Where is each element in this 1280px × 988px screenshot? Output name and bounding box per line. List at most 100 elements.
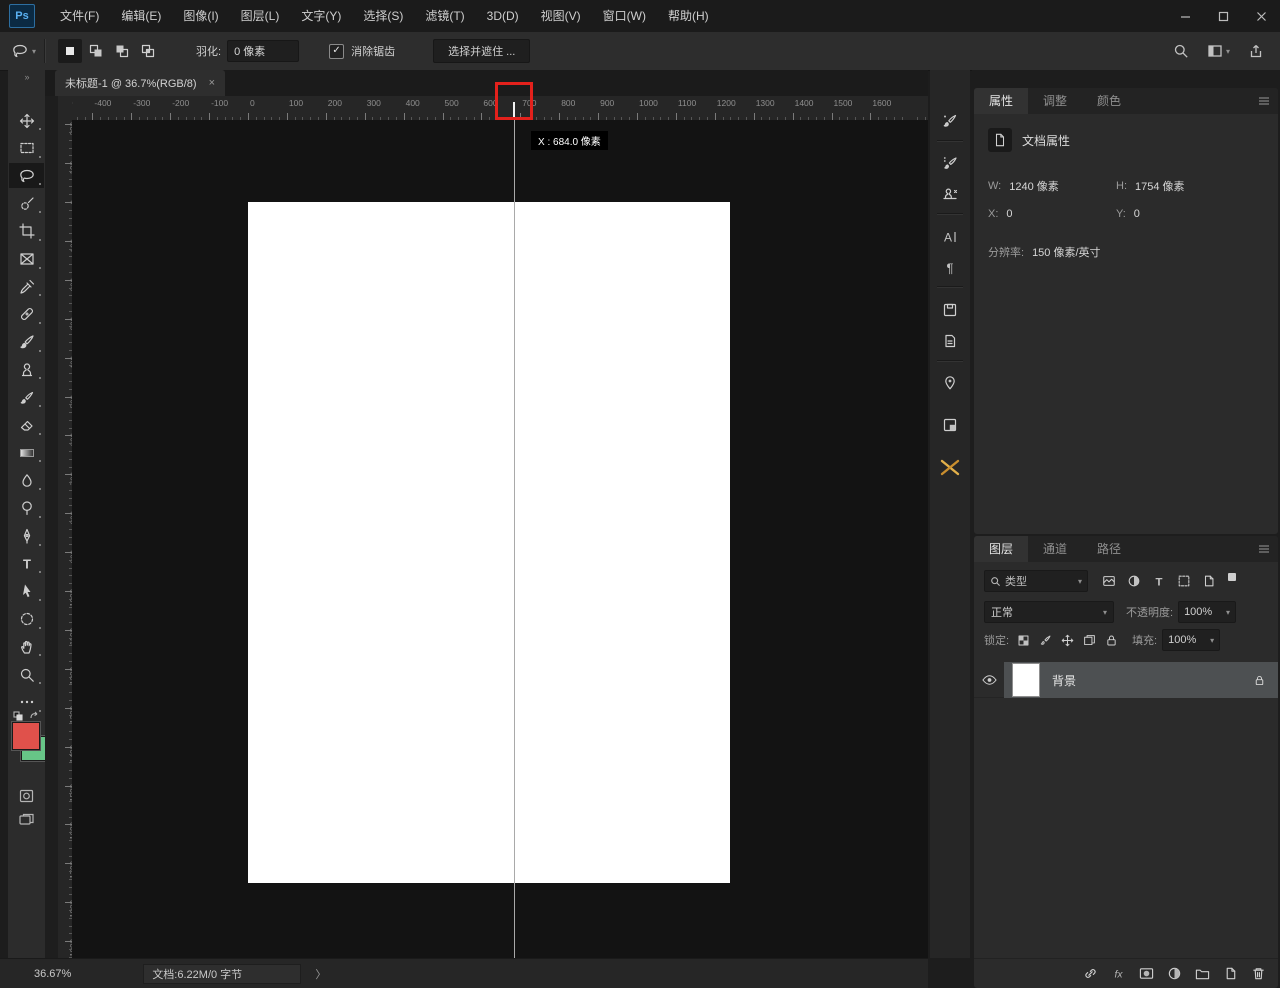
select-and-mask-button[interactable]: 选择并遮住 ... xyxy=(433,39,531,63)
shape-tool[interactable] xyxy=(9,607,44,632)
feather-input[interactable]: 0 像素 xyxy=(227,40,300,62)
lasso-tool[interactable] xyxy=(9,163,44,189)
tool-preset-picker[interactable]: ▾ xyxy=(12,43,36,59)
close-tab-icon[interactable]: × xyxy=(209,77,215,89)
history-brush-tool[interactable] xyxy=(9,385,44,410)
new-layer-icon[interactable] xyxy=(1223,966,1238,981)
panel-menu-icon[interactable] xyxy=(1258,96,1270,106)
frame-tool[interactable] xyxy=(9,247,44,272)
photoshop-logo-icon[interactable]: Ps xyxy=(9,4,35,28)
quick-mask-button[interactable] xyxy=(8,788,45,804)
lock-transparent-icon[interactable] xyxy=(1017,634,1030,647)
fill-input[interactable]: 100% ▾ xyxy=(1162,629,1221,651)
collapse-toolbar-icon[interactable]: » xyxy=(8,72,45,82)
x-mark-icon[interactable] xyxy=(930,454,970,480)
lock-all-icon[interactable] xyxy=(1105,634,1118,647)
subtract-from-selection-button[interactable] xyxy=(110,39,134,63)
move-tool[interactable] xyxy=(9,108,44,133)
filter-toggle-icon[interactable] xyxy=(1228,573,1236,581)
intersect-selection-button[interactable] xyxy=(136,39,160,63)
menu-item-3d[interactable]: 3D(D) xyxy=(476,0,530,32)
tab-color[interactable]: 颜色 xyxy=(1082,88,1136,114)
filter-type-layers-icon[interactable]: T xyxy=(1152,574,1166,588)
layer-filter-type-select[interactable]: 类型 ▾ xyxy=(984,570,1088,592)
menu-item-image[interactable]: 图像(I) xyxy=(172,0,229,32)
minimize-icon[interactable] xyxy=(1166,0,1204,32)
comments-panel-icon[interactable] xyxy=(930,370,970,396)
blend-mode-select[interactable]: 正常 ▾ xyxy=(984,601,1114,623)
foreground-color-swatch[interactable] xyxy=(11,721,41,751)
new-selection-button[interactable] xyxy=(58,39,83,63)
menu-item-filter[interactable]: 滤镜(T) xyxy=(414,0,475,32)
libraries-panel-icon[interactable] xyxy=(930,412,970,438)
ruler-corner[interactable] xyxy=(58,96,73,121)
menu-item-select[interactable]: 选择(S) xyxy=(352,0,414,32)
menu-item-file[interactable]: 文件(F) xyxy=(49,0,110,32)
crop-tool[interactable] xyxy=(9,219,44,244)
dodge-tool[interactable] xyxy=(9,496,44,521)
vertical-guide[interactable] xyxy=(514,120,515,958)
antialias-checkbox[interactable]: ✓ xyxy=(329,43,345,59)
panel-menu-icon[interactable] xyxy=(1258,544,1270,554)
menu-item-help[interactable]: 帮助(H) xyxy=(657,0,720,32)
workspace-switcher[interactable]: ▾ xyxy=(1207,43,1230,59)
filter-smart-objects-icon[interactable] xyxy=(1202,574,1216,588)
hand-tool[interactable] xyxy=(9,634,44,659)
clone-source-panel-icon[interactable] xyxy=(930,182,970,208)
vertical-ruler[interactable]: -200-10001002003004005006007008009001000… xyxy=(58,120,73,958)
gradient-tool[interactable] xyxy=(9,440,44,465)
canvas-viewport[interactable] xyxy=(72,120,928,958)
tab-layers[interactable]: 图层 xyxy=(974,536,1029,562)
quick-selection-tool[interactable] xyxy=(9,191,44,216)
type-tool[interactable]: T xyxy=(9,551,44,576)
filter-adjustment-layers-icon[interactable] xyxy=(1127,574,1141,588)
maximize-icon[interactable] xyxy=(1204,0,1242,32)
pen-tool[interactable] xyxy=(9,524,44,549)
search-icon[interactable] xyxy=(1173,43,1189,59)
zoom-level-field[interactable]: 36.67% xyxy=(34,968,71,980)
brush-settings-panel-icon[interactable] xyxy=(930,150,970,176)
tab-properties[interactable]: 属性 xyxy=(974,88,1029,114)
marquee-tool[interactable] xyxy=(9,136,44,161)
clone-stamp-tool[interactable] xyxy=(9,357,44,382)
status-menu-chevron-icon[interactable]: 〉 xyxy=(315,966,326,982)
layer-effects-icon[interactable]: fx xyxy=(1111,966,1126,981)
menu-item-window[interactable]: 窗口(W) xyxy=(592,0,657,32)
layer-thumbnail[interactable] xyxy=(1012,663,1040,697)
zoom-tool[interactable] xyxy=(9,662,44,687)
filter-shape-layers-icon[interactable] xyxy=(1177,574,1191,588)
swap-colors-icon[interactable] xyxy=(12,710,40,722)
screen-mode-button[interactable] xyxy=(8,812,45,828)
layer-row[interactable]: 背景 xyxy=(974,662,1278,698)
selected-layer[interactable]: 背景 xyxy=(1004,662,1278,698)
opacity-input[interactable]: 100% ▾ xyxy=(1178,601,1237,623)
menu-item-layer[interactable]: 图层(L) xyxy=(230,0,291,32)
share-icon[interactable] xyxy=(1248,43,1264,59)
lock-position-icon[interactable] xyxy=(1061,634,1074,647)
document-canvas[interactable] xyxy=(248,202,730,883)
notes-panel-icon[interactable] xyxy=(930,328,970,354)
healing-brush-tool[interactable] xyxy=(9,302,44,327)
menu-item-type[interactable]: 文字(Y) xyxy=(290,0,352,32)
link-layers-icon[interactable] xyxy=(1083,966,1098,981)
eyedropper-tool[interactable] xyxy=(9,274,44,299)
path-selection-tool[interactable] xyxy=(9,579,44,604)
character-panel-icon[interactable]: A xyxy=(930,224,970,250)
lock-pixels-icon[interactable] xyxy=(1039,634,1052,647)
tab-paths[interactable]: 路径 xyxy=(1082,536,1136,562)
new-adjustment-layer-icon[interactable] xyxy=(1167,966,1182,981)
eraser-tool[interactable] xyxy=(9,413,44,438)
tab-channels[interactable]: 通道 xyxy=(1028,536,1082,562)
history-panel-icon[interactable] xyxy=(930,297,970,323)
paragraph-panel-icon[interactable]: ¶ xyxy=(930,255,970,281)
lock-artboard-icon[interactable] xyxy=(1083,634,1096,647)
layer-visibility-toggle[interactable] xyxy=(974,662,1004,698)
document-tab[interactable]: 未标题-1 @ 36.7%(RGB/8) × xyxy=(55,70,226,96)
tab-adjustments[interactable]: 调整 xyxy=(1028,88,1082,114)
blur-tool[interactable] xyxy=(9,468,44,493)
menu-item-edit[interactable]: 编辑(E) xyxy=(110,0,172,32)
new-group-icon[interactable] xyxy=(1195,966,1210,981)
menu-item-view[interactable]: 视图(V) xyxy=(530,0,592,32)
brushes-panel-icon[interactable] xyxy=(930,108,970,134)
document-size-status[interactable]: 文档:6.22M/0 字节 xyxy=(143,964,302,984)
